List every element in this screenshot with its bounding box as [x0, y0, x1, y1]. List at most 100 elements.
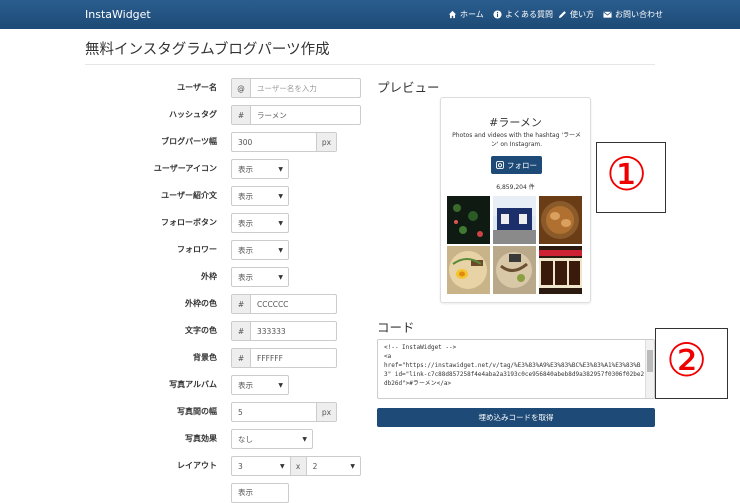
layout-x-addon: x: [289, 457, 307, 475]
followers-value: 表示: [238, 245, 253, 255]
photo-gap-value: 5: [238, 407, 243, 417]
page-title: 無料インスタグラムブログパーツ作成: [85, 42, 330, 58]
hash-addon: #: [232, 349, 251, 367]
layout-label: レイアウト: [177, 461, 217, 470]
follow-button-label: フォローボタン: [161, 218, 217, 227]
annotation-number-1: ①: [606, 147, 648, 201]
preview-follow-label: フォロー: [507, 160, 537, 170]
annotation-number-2: ②: [666, 333, 708, 387]
get-embed-code-button[interactable]: 埋め込みコードを取得: [377, 408, 655, 427]
chevron-down-icon: ▼: [302, 435, 307, 443]
nav-home-label: ホーム: [460, 10, 484, 19]
preview-card: #ラーメン Photos and videos with the hashtag…: [440, 97, 591, 303]
follow-button-value: 表示: [238, 218, 253, 228]
partial-select[interactable]: 表示: [231, 483, 289, 503]
annotation-box-2: ②: [655, 328, 728, 399]
username-input[interactable]: @ ユーザー名を入力: [231, 78, 361, 98]
chevron-down-icon: ▼: [350, 462, 355, 470]
border-select[interactable]: 表示 ▼: [231, 267, 289, 287]
photo-thumbnail[interactable]: [493, 246, 536, 294]
user-intro-select[interactable]: 表示 ▼: [231, 186, 289, 206]
user-icon-select[interactable]: 表示 ▼: [231, 159, 289, 179]
user-icon-label: ユーザーアイコン: [153, 164, 217, 173]
home-icon: [448, 10, 457, 19]
photo-gap-input[interactable]: 5 px: [231, 402, 337, 422]
text-color-label: 文字の色: [185, 326, 217, 335]
nav-item-home[interactable]: ホーム: [448, 9, 484, 20]
photo-gap-unit: px: [316, 403, 336, 421]
nav-item-contact[interactable]: お問い合わせ: [603, 9, 663, 20]
photo-thumbnail[interactable]: [539, 246, 582, 294]
bg-color-input[interactable]: # FFFFFF: [231, 348, 337, 368]
hashtag-value: ラーメン: [257, 110, 287, 120]
title-divider: [85, 64, 655, 65]
hash-addon: #: [232, 295, 251, 313]
preview-heading: プレビュー: [377, 80, 440, 95]
username-label: ユーザー名: [177, 83, 217, 92]
preview-post-count: 6,859,204 件: [496, 184, 535, 191]
preview-description: Photos and videos with the hashtag 'ラーメン…: [452, 132, 581, 148]
followers-select[interactable]: 表示 ▼: [231, 240, 289, 260]
border-value: 表示: [238, 272, 253, 282]
annotation-box-1: ①: [596, 142, 666, 213]
code-heading: コード: [377, 320, 415, 335]
layout-rows-select[interactable]: 2: [307, 462, 351, 471]
bg-color-value: FFFFFF: [257, 353, 283, 363]
scroll-thumb[interactable]: [647, 350, 653, 372]
at-addon: @: [232, 79, 251, 97]
album-label: 写真アルバム: [169, 380, 217, 389]
user-icon-value: 表示: [238, 164, 253, 174]
nav-item-howto[interactable]: 使い方: [558, 9, 594, 20]
preview-follow-button[interactable]: フォロー: [491, 156, 542, 174]
user-intro-value: 表示: [238, 191, 253, 201]
photo-thumbnail[interactable]: [493, 196, 536, 244]
text-color-value: 333333: [257, 326, 286, 336]
chevron-down-icon: ▼: [278, 219, 283, 227]
photo-thumbnail[interactable]: [447, 246, 490, 294]
width-input[interactable]: 300 px: [231, 132, 337, 152]
chevron-down-icon: ▼: [278, 381, 283, 389]
partial-label: [77, 483, 217, 493]
photo-thumbnail[interactable]: [447, 196, 490, 244]
username-placeholder: ユーザー名を入力: [257, 83, 317, 93]
preview-hashtag: #ラーメン: [489, 116, 542, 129]
border-label: 外枠: [201, 272, 217, 281]
hashtag-input[interactable]: # ラーメン: [231, 105, 361, 125]
photo-gap-label: 写真間の幅: [177, 407, 217, 416]
info-icon: [493, 10, 502, 19]
album-value: 表示: [238, 380, 253, 390]
nav-howto-label: 使い方: [570, 10, 594, 19]
code-scrollbar[interactable]: [645, 340, 654, 398]
nav-faq-label: よくある質問: [505, 10, 553, 19]
width-label: ブログパーツ幅: [161, 137, 217, 146]
pencil-icon: [558, 11, 566, 19]
hash-addon: #: [232, 322, 251, 340]
top-navbar: InstaWidget ホーム よくある質問 使い方 お問い合わせ: [0, 0, 740, 29]
brand-logo[interactable]: InstaWidget: [85, 8, 151, 21]
effect-value: なし: [238, 434, 253, 444]
text-color-input[interactable]: # 333333: [231, 321, 337, 341]
nav-contact-label: お問い合わせ: [615, 10, 663, 19]
border-color-input[interactable]: # CCCCCC: [231, 294, 337, 314]
album-select[interactable]: 表示 ▼: [231, 375, 289, 395]
user-intro-label: ユーザー紹介文: [161, 191, 217, 200]
code-textarea[interactable]: <!-- InstaWidget --> <a href="https://in…: [377, 339, 655, 399]
chevron-down-icon: ▼: [278, 192, 283, 200]
chevron-down-icon: ▼: [278, 273, 283, 281]
layout-group: 3 ▼ x 2 ▼: [231, 456, 361, 476]
width-value: 300: [238, 137, 253, 147]
effect-label: 写真効果: [185, 434, 217, 443]
photo-thumbnail[interactable]: [539, 196, 582, 244]
chevron-down-icon: ▼: [278, 165, 283, 173]
border-color-value: CCCCCC: [257, 299, 289, 309]
follow-button-select[interactable]: 表示 ▼: [231, 213, 289, 233]
layout-cols-select[interactable]: 3: [232, 462, 280, 471]
hash-addon: #: [232, 106, 251, 124]
hashtag-label: ハッシュタグ: [169, 110, 217, 119]
width-unit: px: [316, 133, 336, 151]
chevron-down-icon: ▼: [278, 246, 283, 254]
nav-item-faq[interactable]: よくある質問: [493, 9, 553, 20]
effect-select[interactable]: なし ▼: [231, 429, 313, 449]
instagram-icon: [496, 161, 504, 169]
bg-color-label: 背景色: [193, 353, 217, 362]
